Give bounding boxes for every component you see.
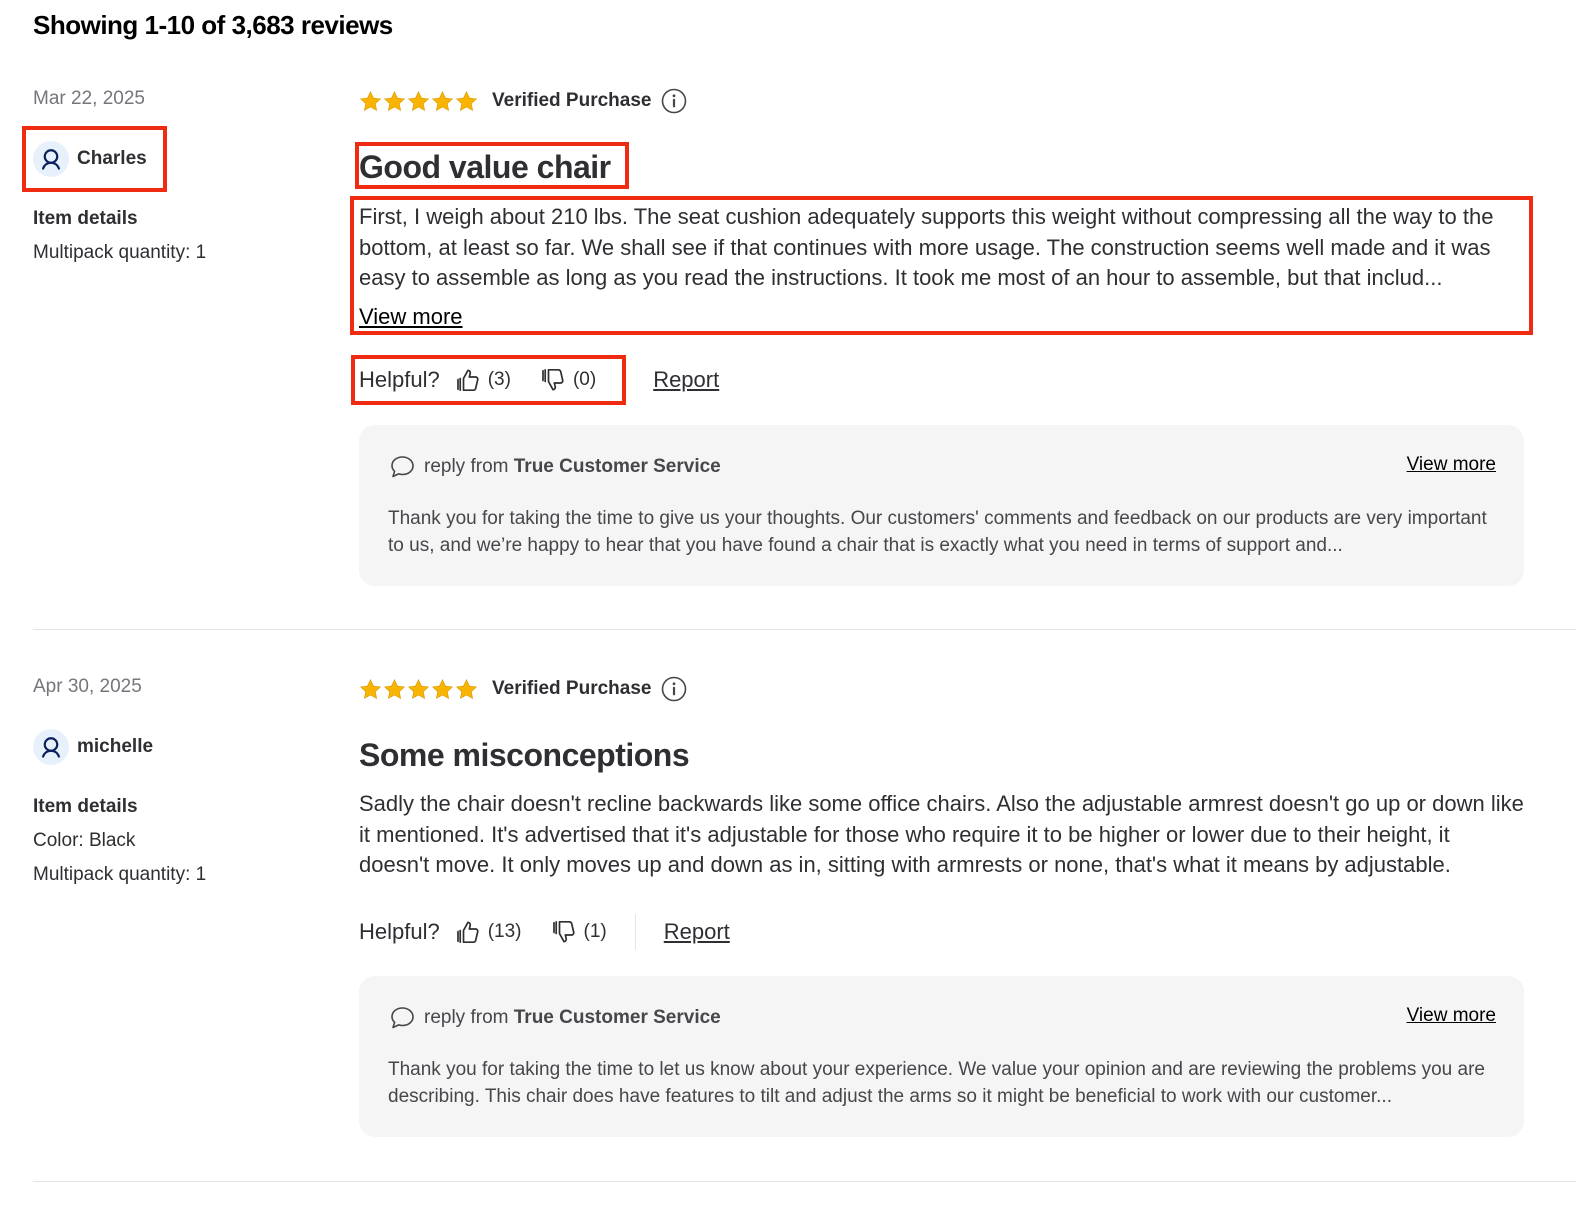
thumbs-down-icon [550,918,578,946]
helpful-no-count: (0) [572,369,597,390]
star-icon [383,678,406,701]
star-icon [407,678,430,701]
seller-reply: reply from True Customer Service View mo… [359,425,1524,586]
star-icon [431,678,454,701]
separator [624,362,626,398]
info-icon[interactable] [661,88,687,114]
thumbs-up-icon [454,918,482,946]
review-title: Good value chair [359,149,611,185]
star-icon [359,678,382,701]
reply-header: reply from True Customer Service [388,1004,721,1032]
helpful-label: Helpful? [359,367,440,392]
review-divider [33,629,1576,630]
helpful-no-button[interactable]: (1) [550,918,607,946]
seller-reply: reply from True Customer Service View mo… [359,976,1524,1137]
star-icon [455,90,478,113]
item-detail: Color: Black [33,830,136,851]
reply-from-label: reply from [424,456,509,477]
item-details-label: Item details [33,208,138,229]
rating-row: Verified Purchase [359,676,687,702]
star-icon [431,90,454,113]
verified-purchase-label: Verified Purchase [492,678,652,699]
user-icon [33,141,69,177]
star-rating [359,678,478,701]
view-more-link[interactable]: View more [359,304,463,330]
helpful-no-button[interactable]: (0) [539,366,596,394]
review-title: Some misconceptions [359,737,690,773]
reply-from-text: reply from True Customer Service [424,1007,721,1029]
star-icon [455,678,478,701]
reviewer-name: michelle [77,736,154,757]
reply-header: reply from True Customer Service [388,453,721,481]
review-date: Apr 30, 2025 [33,676,142,697]
star-icon [407,90,430,113]
star-rating [359,90,478,113]
star-icon [383,90,406,113]
user-icon [33,729,69,765]
helpful-label: Helpful? [359,919,440,944]
review-body: First, I weigh about 210 lbs. The seat c… [359,204,1494,290]
info-icon[interactable] [661,676,687,702]
reviewer: michelle [33,729,153,765]
reply-author: True Customer Service [513,1007,721,1028]
helpful-yes-button[interactable]: (13) [454,918,522,946]
reviews-count-heading: Showing 1-10 of 3,683 reviews [33,10,393,40]
item-detail: Multipack quantity: 1 [33,864,207,885]
verified-purchase-label: Verified Purchase [492,90,652,111]
reviewer-name: Charles [77,148,147,169]
report-link[interactable]: Report [664,919,730,945]
thumbs-down-icon [539,366,567,394]
reply-text: Thank you for taking the time to give us… [388,508,1487,556]
reply-from-label: reply from [424,1007,509,1028]
thumbs-up-icon [454,366,482,394]
separator [634,914,636,950]
helpful-yes-count: (13) [487,921,522,942]
helpful-no-count: (1) [583,921,607,942]
report-link[interactable]: Report [653,367,719,393]
star-icon [359,90,382,113]
comment-icon [388,453,416,481]
reviewer: Charles [33,141,147,177]
review-date: Mar 22, 2025 [33,88,145,109]
helpful-yes-count: (3) [487,369,511,390]
comment-icon [388,1004,416,1032]
reply-author: True Customer Service [513,456,721,477]
review-divider [33,1181,1576,1182]
item-details-label: Item details [33,796,138,817]
reply-text: Thank you for taking the time to let us … [388,1059,1485,1107]
helpful-yes-button[interactable]: (3) [454,366,511,394]
rating-row: Verified Purchase [359,88,687,114]
reply-view-more-link[interactable]: View more [1407,454,1496,476]
reply-view-more-link[interactable]: View more [1407,1005,1496,1027]
helpful-row: Helpful? (13) (1) Report [359,914,730,950]
review-body: Sadly the chair doesn't recline backward… [359,791,1524,877]
helpful-row: Helpful? (3) (0) Report [359,362,719,398]
item-detail: Multipack quantity: 1 [33,242,207,263]
reply-from-text: reply from True Customer Service [424,456,721,478]
